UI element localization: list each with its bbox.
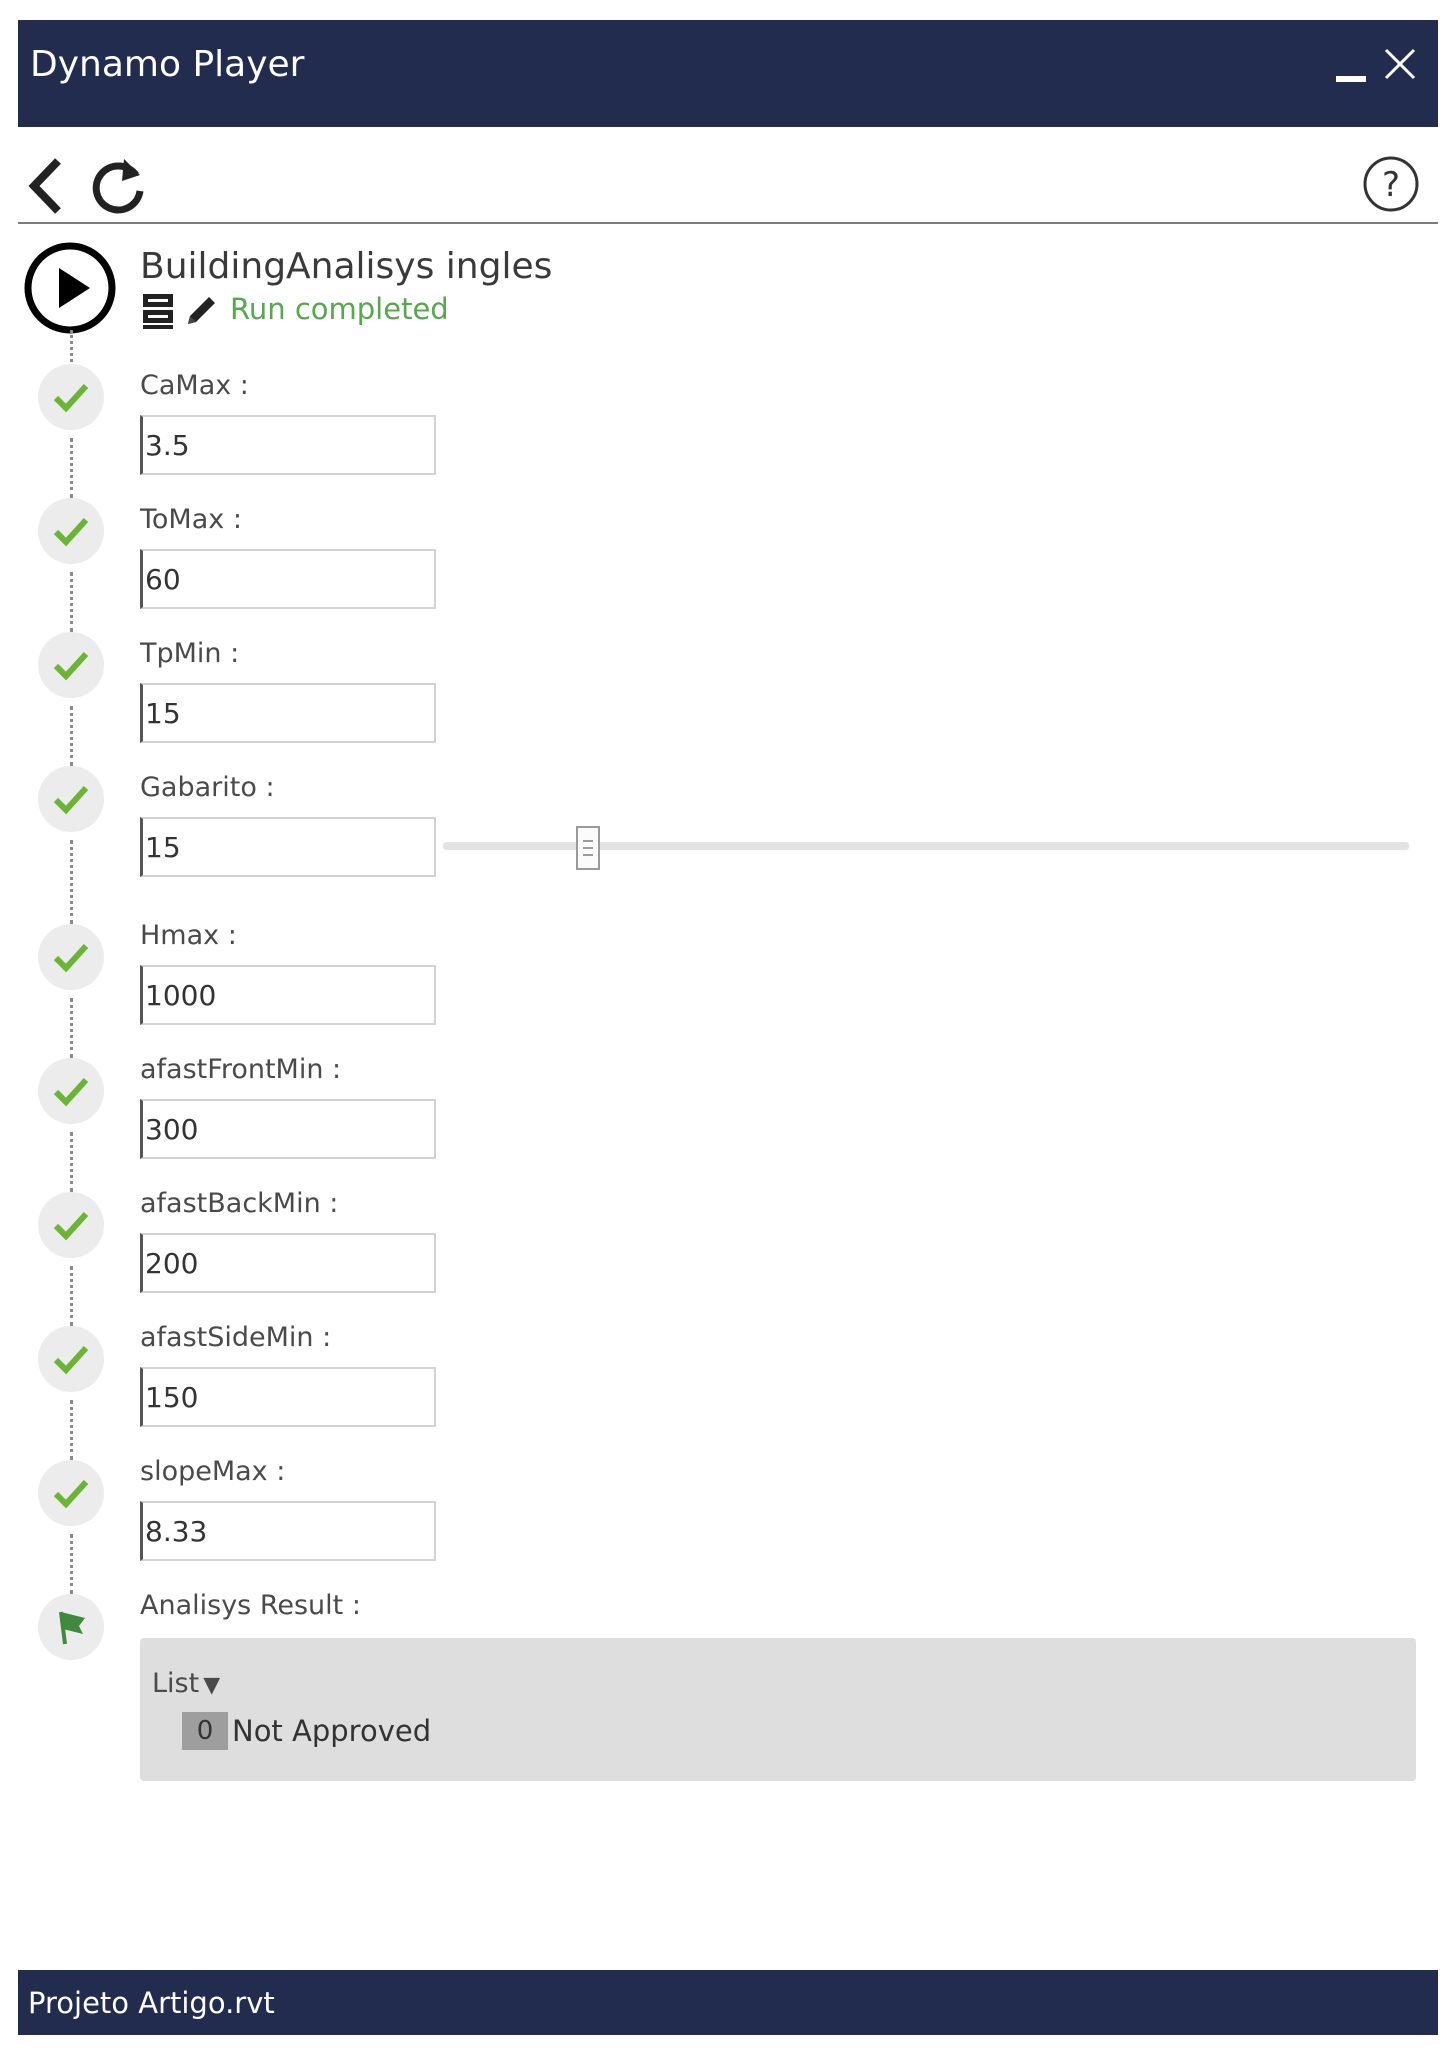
checkmark-icon [53, 943, 89, 973]
checkmark-icon [53, 517, 89, 547]
close-button[interactable] [1380, 44, 1420, 84]
checkmark-icon [53, 1345, 89, 1375]
refresh-button[interactable] [88, 155, 150, 217]
step-connector [70, 840, 77, 924]
completed-step-marker [38, 498, 104, 564]
completed-step-marker [38, 1058, 104, 1124]
step-connector [70, 998, 77, 1058]
input-label-tomax: ToMax : [140, 504, 242, 535]
tomax-input[interactable] [140, 549, 436, 609]
input-label-camax: CaMax : [140, 370, 249, 401]
edit-graph-button[interactable] [184, 292, 220, 328]
checkmark-icon [53, 383, 89, 413]
run-graph-button[interactable] [22, 240, 118, 336]
completed-step-marker [38, 766, 104, 832]
completed-step-marker [38, 1326, 104, 1392]
gabarito-input[interactable] [140, 817, 436, 877]
completed-step-marker [38, 1460, 104, 1526]
checkmark-icon [53, 651, 89, 681]
completed-step-marker [38, 1192, 104, 1258]
hmax-input[interactable] [140, 965, 436, 1025]
flag-icon [59, 1611, 85, 1645]
tpmin-input[interactable] [140, 683, 436, 743]
analysis-result-box: List ▼ 0 Not Approved [140, 1638, 1416, 1781]
step-connector [70, 1400, 77, 1460]
input-label-slopemax: slopeMax : [140, 1456, 286, 1487]
graph-name: BuildingAnalisys ingles [140, 246, 553, 287]
graph-header: BuildingAnalisys ingles Run completed [18, 220, 1438, 340]
refresh-icon [92, 159, 144, 214]
camax-input[interactable] [140, 415, 436, 475]
database-icon [143, 294, 173, 329]
completed-step-marker [38, 924, 104, 990]
input-label-gabarito: Gabarito : [140, 772, 275, 803]
list-item-value: Not Approved [232, 1714, 432, 1748]
input-label-afastbackmin: afastBackMin : [140, 1188, 339, 1219]
play-icon [24, 242, 116, 334]
back-arrow-icon [28, 158, 61, 214]
dynamo-player-window: Dynamo Player ? BuildingAnalisys ingles … [18, 20, 1438, 2035]
document-name: Projeto Artigo.rvt [28, 1986, 275, 2020]
list-item-index: 0 [182, 1712, 228, 1750]
back-button[interactable] [24, 157, 72, 215]
step-connector [70, 1266, 77, 1326]
list-label: List [152, 1668, 200, 1699]
step-connector [70, 572, 77, 632]
checkmark-icon [53, 1211, 89, 1241]
afastsidemin-input[interactable] [140, 1367, 436, 1427]
title-bar: Dynamo Player [18, 20, 1438, 127]
step-connector [70, 330, 77, 362]
checkmark-icon [53, 1077, 89, 1107]
help-icon: ? [1363, 156, 1419, 212]
step-connector [70, 1132, 77, 1192]
checkmark-icon [53, 1479, 89, 1509]
close-icon [1384, 48, 1416, 80]
output-step-marker [38, 1594, 104, 1660]
completed-step-marker [38, 364, 104, 430]
afastfrontmin-input[interactable] [140, 1099, 436, 1159]
gabarito-slider-thumb[interactable] [575, 826, 600, 870]
checkmark-icon [53, 785, 89, 815]
step-connector [70, 438, 77, 498]
input-label-afastfrontmin: afastFrontMin : [140, 1054, 342, 1085]
list-toggle[interactable]: List ▼ [152, 1668, 220, 1699]
input-label-afastsidemin: afastSideMin : [140, 1322, 332, 1353]
caret-down-icon: ▼ [203, 1673, 221, 1698]
step-connector [70, 706, 77, 766]
help-button[interactable]: ? [1362, 155, 1420, 213]
step-connector [70, 1534, 77, 1594]
input-label-tpmin: TpMin : [140, 638, 240, 669]
afastbackmin-input[interactable] [140, 1233, 436, 1293]
toolbar: ? [18, 127, 1438, 224]
minimize-button[interactable] [1336, 64, 1366, 82]
app-title: Dynamo Player [30, 44, 305, 85]
slopemax-input[interactable] [140, 1501, 436, 1561]
svg-text:?: ? [1382, 165, 1400, 205]
run-status: Run completed [230, 292, 449, 326]
status-bar: Projeto Artigo.rvt [18, 1970, 1438, 2035]
output-label: Analisys Result : [140, 1590, 361, 1621]
pencil-icon [188, 297, 215, 324]
input-label-hmax: Hmax : [140, 920, 237, 951]
completed-step-marker [38, 632, 104, 698]
